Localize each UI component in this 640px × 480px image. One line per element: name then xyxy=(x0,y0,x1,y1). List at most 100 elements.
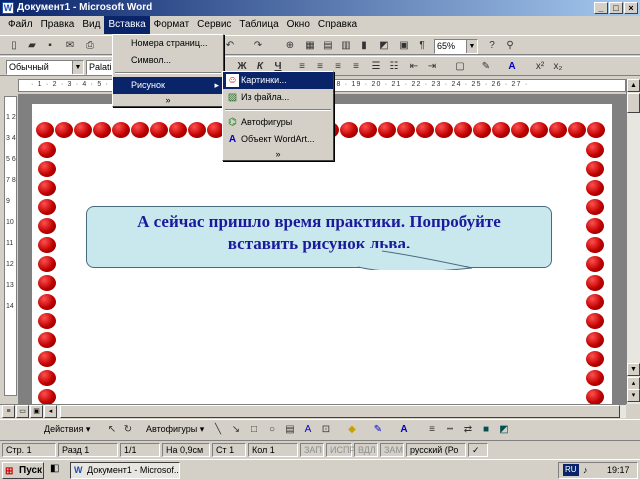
textbox-icon[interactable]: ▤ xyxy=(282,423,298,437)
menu-window[interactable]: Окно xyxy=(283,16,314,34)
menu-item-autoshapes[interactable]: ⌬ Автофигуры xyxy=(223,114,333,131)
actions-menu[interactable]: Действия ▾ xyxy=(44,424,90,435)
web-view-icon[interactable]: ▭ xyxy=(16,405,29,418)
apple-border-icon xyxy=(169,122,187,138)
save-icon[interactable]: ▪ xyxy=(42,39,58,53)
line-color-icon[interactable]: ✎ xyxy=(370,423,386,437)
shadow-icon[interactable]: ■ xyxy=(478,423,494,437)
show-hide-icon[interactable]: ¶ xyxy=(414,39,430,53)
increase-indent-icon[interactable]: ⇥ xyxy=(424,60,440,74)
menu-item-clipart[interactable]: ☺ Картинки... xyxy=(223,72,333,89)
close-button[interactable]: × xyxy=(624,2,638,14)
menu-insert[interactable]: Вставка xyxy=(104,16,150,34)
dash-style-icon[interactable]: ┅ xyxy=(442,423,458,437)
borders-icon[interactable]: ▢ xyxy=(452,60,468,74)
line-style-icon[interactable]: ≡ xyxy=(424,423,440,437)
status-ovr[interactable]: ЗАМ xyxy=(380,443,404,457)
open-icon[interactable]: ▰ xyxy=(24,39,40,53)
clipart-icon[interactable]: ⊡ xyxy=(318,423,334,437)
new-icon[interactable]: ▯ xyxy=(6,39,22,53)
menu-tools[interactable]: Сервис xyxy=(193,16,235,34)
3d-icon[interactable]: ◩ xyxy=(496,423,512,437)
redo-icon[interactable]: ↷ xyxy=(250,39,266,53)
scroll-left-icon[interactable]: ◂ xyxy=(44,405,57,418)
document-map-icon[interactable]: ▣ xyxy=(396,39,412,53)
drawing-icon[interactable]: ◩ xyxy=(376,39,392,53)
normal-view-icon[interactable]: ≡ xyxy=(2,405,15,418)
callout-line-2: вставить рисунок льва. xyxy=(227,234,411,253)
task-label: Документ1 - Microsof... xyxy=(87,465,180,475)
scroll-thumb[interactable] xyxy=(627,93,640,113)
highlight-icon[interactable]: ✎ xyxy=(478,60,494,74)
apple-border-icon xyxy=(549,122,567,138)
print-icon[interactable]: ⎙ xyxy=(82,39,98,53)
draw-font-color-icon[interactable]: A xyxy=(396,423,412,437)
menu-view[interactable]: Вид xyxy=(78,16,104,34)
scroll-down-icon[interactable]: ▼ xyxy=(627,363,640,376)
superscript-icon[interactable]: x² xyxy=(532,60,548,74)
apple-border-icon xyxy=(38,275,56,291)
fill-color-icon[interactable]: ◆ xyxy=(344,423,360,437)
hscroll-thumb[interactable] xyxy=(60,405,620,418)
scroll-up-icon[interactable]: ▲ xyxy=(627,79,640,92)
insert-table-icon[interactable]: ▤ xyxy=(320,39,336,53)
status-ext[interactable]: ВДЛ xyxy=(354,443,378,457)
menu-item-from-file[interactable]: ▨ Из файла... xyxy=(223,89,333,106)
expand-menu-icon[interactable]: » xyxy=(223,148,333,160)
undo-icon[interactable]: ↶ xyxy=(222,39,238,53)
columns-icon[interactable]: ▮ xyxy=(356,39,372,53)
arrow-icon[interactable]: ↘ xyxy=(228,423,244,437)
volume-icon[interactable]: ♪ xyxy=(583,463,588,478)
help-icon[interactable]: ? xyxy=(484,39,500,53)
horizontal-scrollbar[interactable]: ≡ ▭ ▣ ◂ xyxy=(0,404,626,418)
layout-view-icon[interactable]: ▣ xyxy=(30,405,43,418)
find-icon[interactable]: ⚲ xyxy=(502,39,518,53)
subscript-icon[interactable]: x₂ xyxy=(550,60,566,74)
font-select[interactable]: Palatino xyxy=(86,60,112,75)
speech-callout[interactable]: А сейчас пришло время практики. Попробуй… xyxy=(86,206,552,268)
taskbar-word-document[interactable]: W Документ1 - Microsof... xyxy=(70,462,180,479)
apple-border-icon xyxy=(416,122,434,138)
spelling-book-icon[interactable]: ✓ xyxy=(468,443,488,457)
decrease-indent-icon[interactable]: ⇤ xyxy=(406,60,422,74)
status-rec[interactable]: ЗАП xyxy=(300,443,324,457)
next-page-icon[interactable]: ▾ xyxy=(627,389,640,402)
maximize-button[interactable]: □ xyxy=(609,2,623,14)
minimize-button[interactable]: _ xyxy=(594,2,608,14)
apple-border-icon xyxy=(492,122,510,138)
rotate-icon[interactable]: ↻ xyxy=(120,423,136,437)
numbering-icon[interactable]: ☰ xyxy=(368,60,384,74)
system-tray: RU ♪ 19:17 xyxy=(558,462,638,479)
justify-icon[interactable]: ≡ xyxy=(348,60,364,74)
menu-item-wordart[interactable]: A Объект WordArt... xyxy=(223,131,333,148)
bullets-icon[interactable]: ☷ xyxy=(386,60,402,74)
menu-item-page-numbers[interactable]: Номера страниц... xyxy=(113,35,223,52)
menu-item-picture[interactable]: Рисунок ▸ xyxy=(113,77,223,94)
quicklaunch-icon[interactable]: ◧ xyxy=(50,463,64,477)
menu-item-symbol[interactable]: Символ... xyxy=(113,52,223,69)
autoshapes-menu[interactable]: Автофигуры ▾ xyxy=(146,424,204,435)
hyperlink-icon[interactable]: ⊕ xyxy=(282,39,298,53)
menu-table[interactable]: Таблица xyxy=(235,16,282,34)
insert-excel-icon[interactable]: ▥ xyxy=(338,39,354,53)
email-icon[interactable]: ✉ xyxy=(62,39,78,53)
font-color-icon[interactable]: A xyxy=(504,60,520,74)
expand-menu-icon[interactable]: » xyxy=(113,94,223,106)
zoom-select[interactable]: 65% ▼ xyxy=(434,39,478,54)
wordart-icon[interactable]: A xyxy=(300,423,316,437)
status-trk[interactable]: ИСПР xyxy=(326,443,355,457)
line-icon[interactable]: ╲ xyxy=(210,423,226,437)
menu-edit[interactable]: Правка xyxy=(37,16,79,34)
oval-icon[interactable]: ○ xyxy=(264,423,280,437)
select-objects-icon[interactable]: ↖ xyxy=(104,423,120,437)
language-indicator[interactable]: RU xyxy=(563,464,579,476)
menu-file[interactable]: Файл xyxy=(4,16,37,34)
vertical-scrollbar[interactable]: ▲ ▼ ▴ ▾ xyxy=(626,79,640,404)
menu-format[interactable]: Формат xyxy=(150,16,194,34)
rectangle-icon[interactable]: □ xyxy=(246,423,262,437)
arrow-style-icon[interactable]: ⇄ xyxy=(460,423,476,437)
start-button[interactable]: ⊞ Пуск xyxy=(2,462,44,479)
style-select[interactable]: Обычный ▼ xyxy=(6,60,84,75)
tables-borders-icon[interactable]: ▦ xyxy=(302,39,318,53)
menu-help[interactable]: Справка xyxy=(314,16,361,34)
